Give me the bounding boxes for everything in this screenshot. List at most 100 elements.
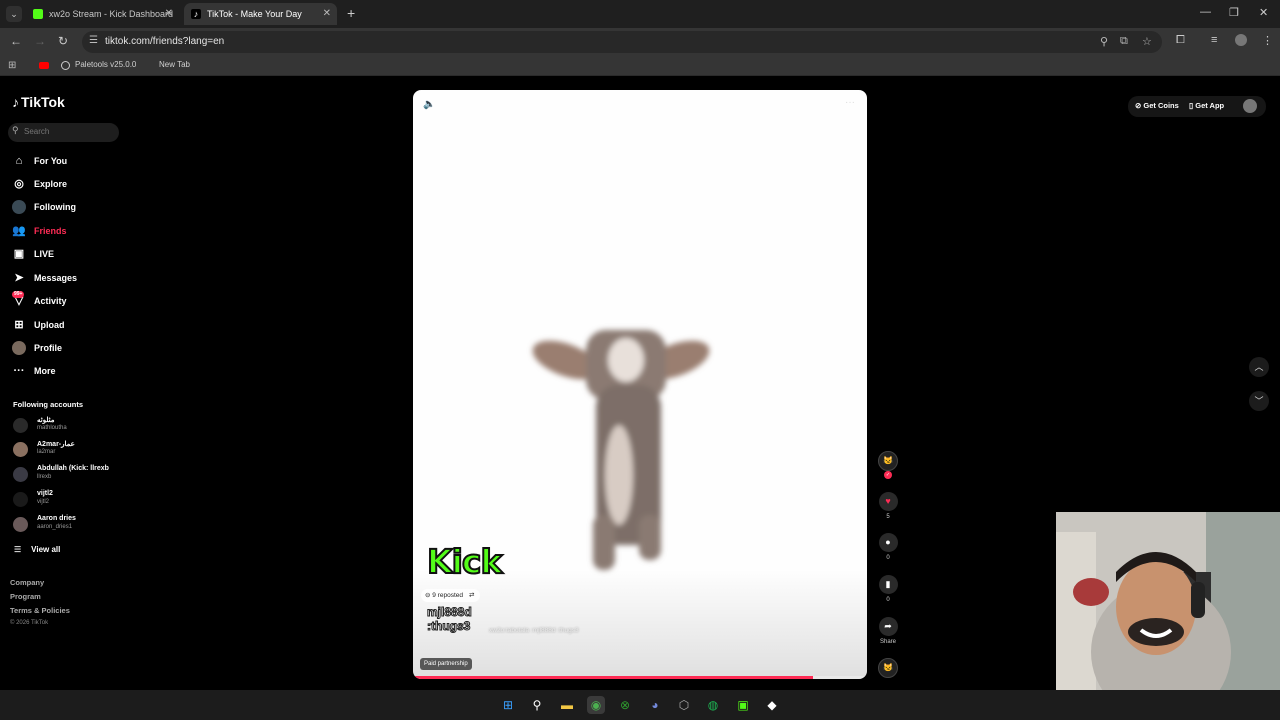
account-item[interactable]: مثلوثه mathlouthа (13, 415, 133, 437)
view-all-label: View all (31, 545, 61, 554)
dancing-cat-image (532, 330, 710, 570)
account-handle: llrexb (37, 474, 52, 480)
follow-check-icon[interactable]: ✓ (884, 471, 892, 479)
account-item[interactable]: A2mar-عمار la2mar (13, 439, 133, 461)
minimize-icon[interactable]: — (1200, 6, 1211, 18)
url-text[interactable]: tiktok.com/friends?lang=en (105, 36, 224, 47)
new-tab-button[interactable]: + (347, 5, 355, 21)
video-player[interactable]: 🔈 ··· Kick ⊖ 9 reposted ⇄ mjl888d :thugs3… (413, 90, 867, 679)
forward-icon[interactable]: → (34, 34, 46, 48)
reposted-count: 9 reposted (432, 592, 463, 599)
maximize-icon[interactable]: ❐ (1229, 6, 1239, 19)
nav-upload[interactable]: ⊞ Upload (12, 317, 122, 335)
video-progress-bar[interactable] (413, 676, 867, 679)
previous-video-button[interactable]: ︿ (1249, 357, 1269, 377)
footer-company[interactable]: Company (10, 578, 44, 587)
nav-profile[interactable]: Profile (12, 340, 122, 358)
nav-label: Following (34, 202, 76, 212)
youtube-bookmark-icon[interactable] (39, 62, 49, 69)
site-info-icon[interactable]: ☰ (89, 35, 98, 46)
get-app-button[interactable]: ▯ Get App (1189, 96, 1224, 115)
media-controls-icon[interactable]: ≡ (1211, 34, 1217, 46)
tab-search-button[interactable]: ⌄ (6, 6, 22, 22)
tab-kick-dashboard[interactable]: xw2o Stream - Kick Dashboard ✕ (26, 3, 179, 25)
nav-live[interactable]: ▣ LIVE (12, 246, 122, 264)
zoom-icon[interactable]: ⚲ (1100, 35, 1108, 48)
avatar (13, 467, 28, 482)
volume-icon[interactable]: 🔈 (423, 99, 435, 110)
account-handle: aaron_dries1 (37, 524, 73, 530)
close-tab-icon[interactable]: ✕ (165, 3, 173, 25)
account-handle: la2mar (37, 449, 56, 455)
share-button[interactable]: ➦ Share (878, 617, 898, 645)
nav-for-you[interactable]: ⌂ For You (12, 153, 122, 171)
install-app-icon[interactable]: ⧉ (1120, 35, 1128, 48)
comment-icon: ● (878, 533, 898, 552)
nav-friends[interactable]: 👥 Friends (12, 223, 122, 241)
nav-messages[interactable]: ➤ Messages (12, 270, 122, 288)
user-avatar[interactable] (1243, 99, 1257, 113)
apps-grid-icon[interactable]: ⊞ (8, 60, 16, 71)
back-icon[interactable]: ← (10, 34, 22, 48)
account-item[interactable]: Abdullah (Kick: llrexb llrexb (13, 464, 133, 486)
nav-label: Messages (34, 273, 78, 283)
bookmark-new-tab[interactable]: New Tab (159, 60, 190, 69)
chrome-menu-icon[interactable]: ⋮ (1262, 34, 1273, 47)
creator-avatar[interactable]: 😼 (878, 451, 898, 471)
nav-label: Explore (34, 179, 68, 189)
extensions-icon[interactable]: ⧠ (1176, 34, 1185, 47)
save-count: 0 (886, 597, 890, 603)
tab-tiktok[interactable]: ♪ TikTok - Make Your Day ✕ (184, 3, 337, 25)
app-cube-icon[interactable]: ⬡ (675, 696, 693, 714)
search-icon[interactable]: ⚲ (528, 696, 546, 714)
reposted-pill[interactable]: ⊖ 9 reposted ⇄ (421, 589, 481, 602)
file-explorer-icon[interactable]: ▬ (558, 696, 576, 714)
list-icon: ☰ (14, 545, 22, 554)
windows-start-icon[interactable]: ⊞ (499, 696, 517, 714)
close-window-icon[interactable]: ✕ (1259, 6, 1268, 19)
discord-icon[interactable]: ◕ (646, 696, 664, 714)
nav-label: More (34, 366, 56, 376)
nav-activity[interactable]: ▽ 99+ Activity (12, 291, 122, 311)
nav-following[interactable]: Following (12, 199, 122, 217)
xbox-icon[interactable]: ⊗ (616, 696, 634, 714)
account-item[interactable]: Aaron dries aaron_dries1 (13, 514, 133, 536)
tiktok-logo[interactable]: ♪ TikTok (12, 94, 65, 110)
like-count: 5 (886, 514, 890, 520)
webcam-overlay (1056, 512, 1280, 716)
spotify-icon[interactable]: ◍ (704, 696, 722, 714)
heart-icon: ♥ (878, 492, 898, 511)
address-bar[interactable]: ☰ tiktok.com/friends?lang=en ⚲ ⧉ ☆ (82, 31, 1162, 53)
browser-tab-strip: ⌄ xw2o Stream - Kick Dashboard ✕ ♪ TikTo… (0, 0, 1280, 28)
reload-icon[interactable]: ↻ (58, 34, 68, 48)
music-disc-icon[interactable]: 😼 (878, 658, 898, 678)
comment-button[interactable]: ● 0 (878, 533, 898, 561)
logo-text: TikTok (21, 94, 65, 110)
kick-app-icon[interactable]: ▣ (734, 696, 752, 714)
paletools-icon (61, 61, 70, 70)
avatar (13, 492, 28, 507)
close-tab-icon[interactable]: ✕ (323, 3, 331, 25)
chrome-icon[interactable]: ◉ (587, 696, 605, 714)
like-button[interactable]: ♥ 5 (878, 492, 898, 520)
activity-badge: 99+ (12, 291, 25, 298)
search-placeholder: Search (24, 127, 50, 136)
footer-terms[interactable]: Terms & Policies (10, 606, 70, 615)
search-input[interactable]: ⚲ Search (8, 123, 119, 142)
profile-avatar-icon[interactable] (1235, 34, 1247, 46)
more-options-icon[interactable]: ··· (845, 97, 855, 108)
get-coins-button[interactable]: ⊘ Get Coins (1135, 96, 1179, 115)
nav-more[interactable]: ··· More (12, 363, 122, 381)
view-all-link[interactable]: ☰ View all (14, 545, 60, 554)
nav-label: For You (34, 156, 68, 166)
footer-program[interactable]: Program (10, 592, 41, 601)
bookmark-paletools[interactable]: Paletools v25.0.0 (75, 60, 136, 69)
next-video-button[interactable]: ﹀ (1249, 391, 1269, 411)
bookmark-star-icon[interactable]: ☆ (1142, 35, 1152, 48)
get-coins-label: Get Coins (1143, 101, 1179, 110)
account-item[interactable]: vijtl2 vijtl2 (13, 489, 133, 511)
save-button[interactable]: ▮ 0 (878, 575, 898, 603)
nav-explore[interactable]: ◎ Explore (12, 176, 122, 194)
copyright: © 2026 TikTok (10, 620, 49, 626)
app-cat-icon[interactable]: ◆ (763, 696, 781, 714)
